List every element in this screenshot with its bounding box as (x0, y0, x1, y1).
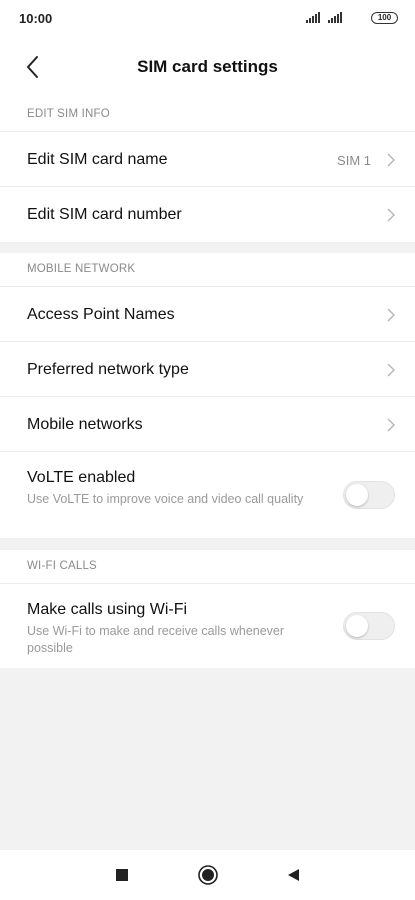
item-subtitle: Use VoLTE to improve voice and video cal… (27, 492, 304, 506)
status-time: 10:00 (19, 11, 53, 26)
section-header: WI-FI CALLS (0, 550, 415, 584)
toggle-knob (346, 484, 368, 506)
mobile-networks-item[interactable]: Mobile networks (0, 397, 415, 452)
item-label: Access Point Names (27, 306, 175, 323)
item-label: Edit SIM card number (27, 206, 182, 223)
chevron-right-icon (387, 208, 395, 222)
edit-sim-name-item[interactable]: Edit SIM card name SIM 1 (0, 132, 415, 187)
item-label: Mobile networks (27, 416, 143, 433)
item-subtitle: Use Wi-Fi to make and receive calls when… (27, 624, 285, 655)
section-mobile-network: MOBILE NETWORK Access Point Names Prefer… (0, 253, 415, 538)
sim-name-value: SIM 1 (337, 153, 371, 168)
access-point-names-item[interactable]: Access Point Names (0, 287, 415, 342)
wifi-calls-item: Make calls using Wi-Fi Use Wi-Fi to make… (0, 584, 415, 668)
volte-toggle[interactable] (343, 481, 395, 509)
battery-icon: 100 (371, 12, 398, 24)
item-label: VoLTE enabled (27, 469, 136, 486)
chevron-right-icon (387, 418, 395, 432)
wifi-calls-toggle[interactable] (343, 612, 395, 640)
signal-icon (328, 12, 345, 23)
section-wifi-calls: WI-FI CALLS Make calls using Wi-Fi Use W… (0, 550, 415, 668)
signal-icon (306, 12, 323, 23)
navigation-bar (0, 850, 415, 900)
volte-item: VoLTE enabled Use VoLTE to improve voice… (0, 452, 415, 538)
section-edit-sim-info: EDIT SIM INFO Edit SIM card name SIM 1 E… (0, 98, 415, 242)
preferred-network-type-item[interactable]: Preferred network type (0, 342, 415, 397)
item-label: Preferred network type (27, 361, 189, 378)
item-label: Edit SIM card name (27, 151, 168, 168)
chevron-right-icon (387, 363, 395, 377)
back-triangle-icon[interactable] (283, 864, 305, 886)
toggle-knob (346, 615, 368, 637)
item-label: Make calls using Wi-Fi (27, 601, 188, 618)
section-header: MOBILE NETWORK (0, 253, 415, 287)
page-title: SIM card settings (137, 57, 278, 76)
chevron-right-icon (387, 153, 395, 167)
edit-sim-number-item[interactable]: Edit SIM card number (0, 187, 415, 242)
status-bar: 10:00 100 (0, 0, 415, 36)
home-circle-icon[interactable] (197, 864, 219, 886)
recents-square-icon[interactable] (111, 864, 133, 886)
app-header: SIM card settings (0, 36, 415, 98)
chevron-right-icon (387, 308, 395, 322)
section-header: EDIT SIM INFO (0, 98, 415, 132)
